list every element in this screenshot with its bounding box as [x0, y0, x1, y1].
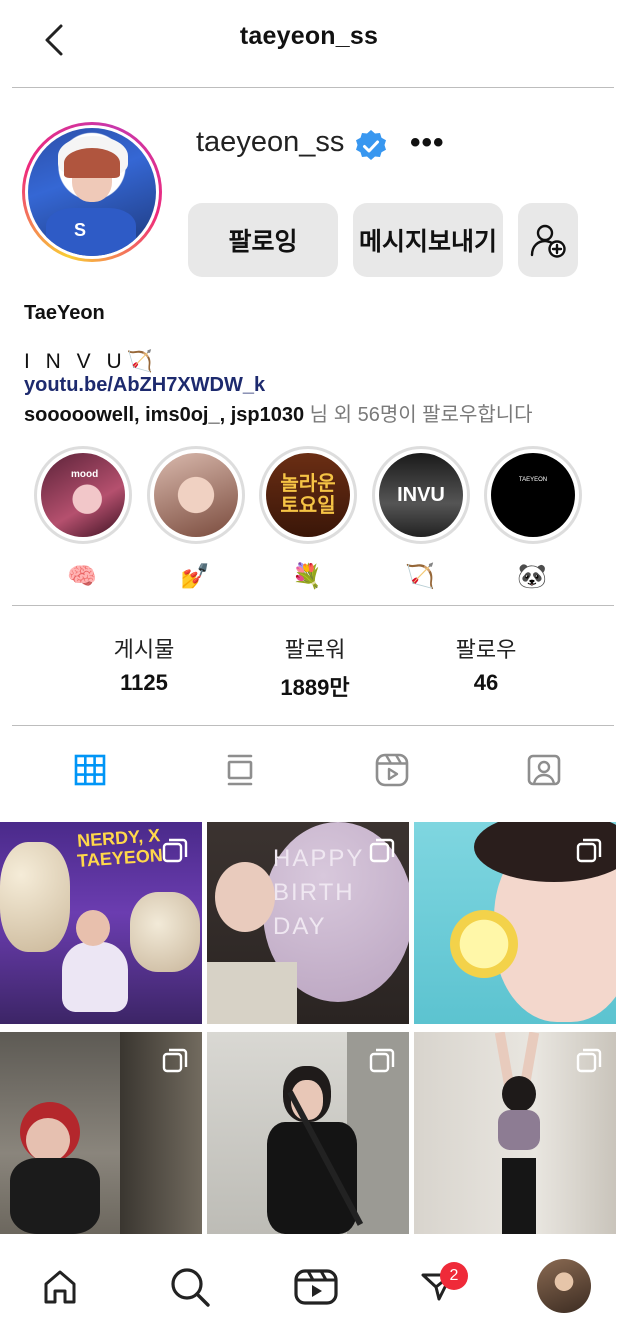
stat-posts[interactable]: 게시물 1125	[84, 632, 204, 696]
grid-post-3[interactable]	[414, 822, 616, 1024]
add-person-icon	[530, 224, 566, 258]
stat-label: 게시물	[113, 637, 175, 662]
home-icon	[44, 1270, 76, 1304]
followed-by-names: sooooowell, ims0oj_, jsp1030	[24, 404, 305, 426]
grid-post-4[interactable]	[0, 1032, 202, 1234]
multi-post-icon	[576, 1048, 602, 1073]
highlight-1-emoji: 🧠	[67, 562, 97, 590]
multi-post-icon	[162, 1048, 188, 1073]
grid-post-1[interactable]: NERDY, X TAEYEON	[0, 822, 202, 1024]
reels-icon	[375, 753, 409, 787]
nav-home[interactable]	[35, 1262, 85, 1312]
multi-post-icon	[369, 1048, 395, 1073]
stats-top-divider	[12, 605, 614, 606]
verified-badge-icon	[353, 128, 389, 164]
highlight-4-emoji: 🏹	[405, 562, 435, 590]
header-divider	[12, 87, 614, 88]
tab-tagged[interactable]	[522, 748, 566, 792]
stat-value: 46	[473, 670, 499, 695]
message-button[interactable]: 메시지보내기	[353, 203, 503, 277]
profile-display-name: TaeYeon	[24, 302, 105, 324]
profile-bio: I N V U🏹	[24, 350, 153, 374]
followed-by[interactable]: sooooowell, ims0oj_, jsp1030 님 외 56명이 팔로…	[24, 398, 533, 427]
stats-bottom-divider	[12, 725, 614, 726]
tab-grid[interactable]	[68, 748, 112, 792]
tab-feed[interactable]	[218, 748, 262, 792]
stat-label: 팔로우	[455, 637, 517, 662]
bow-arrow-icon: 🏹	[126, 350, 153, 373]
grid-post-2[interactable]: HAPPY BIRTH DAY	[207, 822, 409, 1024]
stat-value: 1125	[120, 670, 168, 695]
highlight-3-emoji: 💐	[292, 562, 322, 590]
highlight-2[interactable]	[147, 446, 245, 544]
grid-post-6[interactable]	[414, 1032, 616, 1234]
highlight-cover-text: 놀라운 토요일	[280, 473, 336, 517]
highlight-4[interactable]: INVU	[372, 446, 470, 544]
highlight-cover-text: INVU	[397, 483, 445, 506]
tagged-icon	[527, 754, 561, 786]
feed-icon	[227, 754, 253, 786]
nav-reels[interactable]	[291, 1262, 341, 1312]
multi-post-icon	[369, 838, 395, 863]
highlight-1[interactable]: mood	[34, 446, 132, 544]
suggested-users-button[interactable]	[518, 203, 578, 277]
following-button[interactable]: 팔로잉	[188, 203, 338, 277]
multi-post-icon	[576, 838, 602, 863]
grid-post-5[interactable]	[207, 1032, 409, 1234]
stat-followers[interactable]: 팔로워 1889만	[255, 632, 375, 702]
highlight-5[interactable]: TAEYEON	[484, 446, 582, 544]
profile-username: taeyeon_ss	[196, 126, 345, 158]
stat-label: 팔로워	[284, 637, 346, 662]
multi-post-icon	[162, 838, 188, 863]
followed-by-rest: 님 외 56명이 팔로우합니다	[304, 404, 533, 426]
stat-following[interactable]: 팔로우 46	[426, 632, 546, 696]
tab-reels[interactable]	[370, 748, 414, 792]
bio-text: I N V U	[24, 350, 127, 373]
reels-nav-icon	[294, 1269, 338, 1305]
stat-value: 1889만	[280, 675, 350, 700]
more-options-button[interactable]: •••	[410, 126, 445, 160]
page-title: taeyeon_ss	[239, 22, 379, 50]
notification-badge: 2	[440, 1262, 468, 1290]
highlight-2-emoji: 💅	[180, 562, 210, 590]
profile-avatar[interactable]: S	[22, 122, 162, 262]
highlight-3[interactable]: 놀라운 토요일	[259, 446, 357, 544]
highlight-cover-text: TAEYEON	[518, 477, 548, 483]
bio-link[interactable]: youtu.be/AbZH7XWDW_k	[24, 374, 265, 397]
nav-search[interactable]	[165, 1262, 215, 1312]
highlight-5-emoji: 🐼	[517, 562, 547, 590]
grid-icon	[74, 754, 106, 786]
search-icon	[171, 1268, 210, 1307]
highlight-cover-text: mood	[71, 469, 99, 480]
nav-profile-avatar[interactable]	[537, 1259, 591, 1313]
